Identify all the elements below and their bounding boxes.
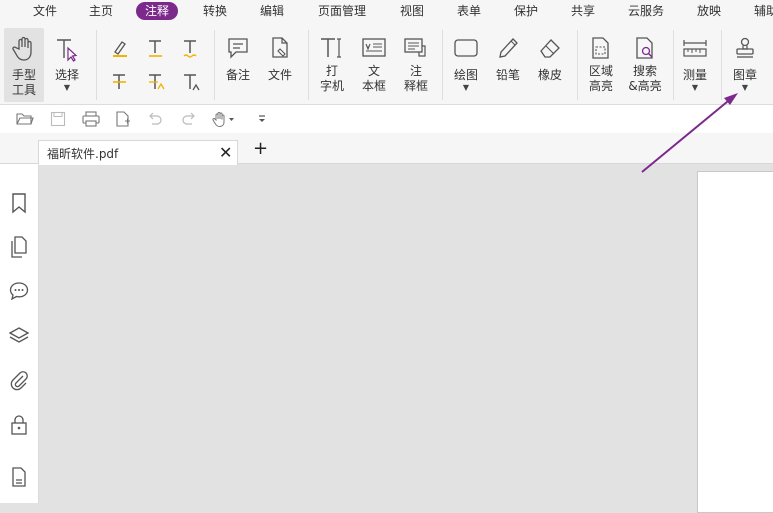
annotation-arrow <box>641 93 738 173</box>
